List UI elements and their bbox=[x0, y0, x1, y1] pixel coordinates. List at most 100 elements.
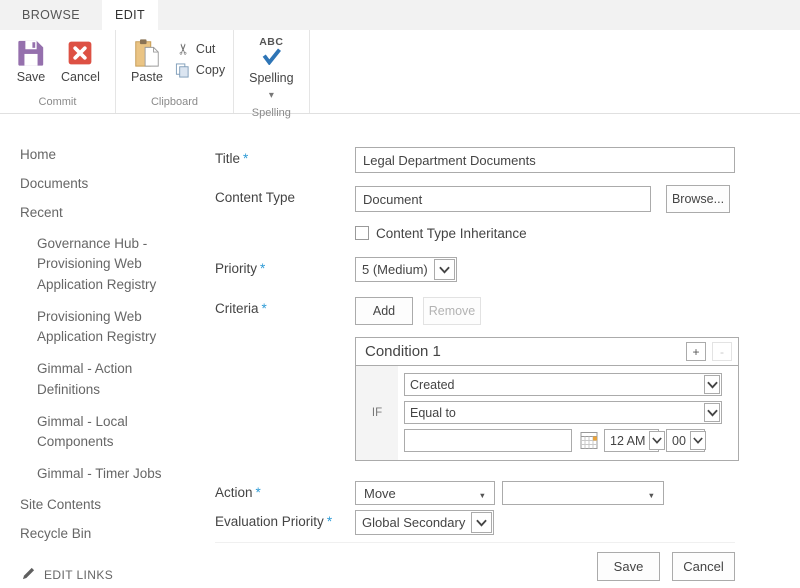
dropdown-arrow-icon bbox=[479, 486, 486, 501]
ribbon-group-clipboard: Paste Cut bbox=[116, 30, 234, 113]
spelling-dropdown-arrow-icon[interactable] bbox=[269, 85, 274, 103]
sidebar-item-gimmal-local-components[interactable]: Gimmal - Local Components bbox=[37, 412, 162, 453]
evaluation-priority-select[interactable]: Global Secondary bbox=[355, 510, 494, 535]
save-label: Save bbox=[17, 71, 46, 85]
browse-button[interactable]: Browse... bbox=[666, 185, 730, 213]
sidebar-item-recent[interactable]: Recent bbox=[20, 205, 215, 220]
content-type-inheritance-checkbox[interactable] bbox=[355, 226, 369, 240]
evaluation-priority-value: Global Secondary bbox=[356, 511, 470, 534]
condition-add-button[interactable]: + bbox=[686, 342, 706, 361]
condition-date-input[interactable] bbox=[404, 429, 572, 452]
content-type-inheritance-label: Content Type Inheritance bbox=[376, 226, 527, 241]
title-input[interactable] bbox=[355, 147, 735, 173]
condition-hour-select[interactable]: 12 AM bbox=[604, 429, 659, 452]
content-type-label: Content Type bbox=[215, 186, 355, 205]
spelling-check-icon bbox=[258, 48, 284, 70]
paste-label: Paste bbox=[131, 71, 163, 85]
pencil-icon bbox=[22, 567, 35, 583]
condition-remove-button[interactable]: - bbox=[712, 342, 732, 361]
spelling-abc-icon: ABC bbox=[259, 37, 283, 48]
sidebar-item-home[interactable]: Home bbox=[20, 147, 215, 162]
form-save-button[interactable]: Save bbox=[597, 552, 660, 581]
dropdown-arrow-icon bbox=[648, 486, 655, 501]
required-asterisk: * bbox=[243, 151, 248, 166]
title-label: Title* bbox=[215, 147, 355, 166]
content-type-input[interactable] bbox=[355, 186, 651, 212]
condition-minute-value: 00 bbox=[667, 430, 689, 451]
paste-clipboard-icon bbox=[131, 37, 163, 69]
ribbon-group-spelling: ABC Spelling Spelling bbox=[234, 30, 309, 113]
condition-operator-select[interactable]: Equal to bbox=[404, 401, 722, 424]
priority-select[interactable]: 5 (Medium) bbox=[355, 257, 457, 282]
required-asterisk: * bbox=[260, 261, 265, 276]
chevron-down-icon bbox=[471, 512, 492, 533]
sidebar-item-site-contents[interactable]: Site Contents bbox=[20, 497, 215, 512]
action-select[interactable]: Move bbox=[355, 481, 495, 505]
sidebar-item-governance-hub-provisioning[interactable]: Governance Hub - Provisioning Web Applic… bbox=[37, 234, 162, 295]
criteria-add-button[interactable]: Add bbox=[355, 297, 413, 325]
calendar-icon[interactable] bbox=[580, 432, 598, 450]
sidebar-item-documents[interactable]: Documents bbox=[20, 176, 215, 191]
edit-links-label: EDIT LINKS bbox=[44, 568, 113, 582]
required-asterisk: * bbox=[262, 301, 267, 316]
ribbon-body: Save Cancel Commit bbox=[0, 30, 800, 114]
ribbon-cut-button[interactable]: Cut bbox=[175, 41, 225, 57]
tab-browse[interactable]: BROWSE bbox=[20, 0, 82, 30]
edit-links-button[interactable]: EDIT LINKS bbox=[22, 567, 215, 583]
action-row: Action* Move bbox=[215, 481, 800, 505]
condition-minute-select[interactable]: 00 bbox=[666, 429, 705, 452]
condition-box: Condition 1 + - IF Created bbox=[355, 337, 739, 461]
cancel-x-icon bbox=[64, 37, 96, 69]
ribbon-cancel-button[interactable]: Cancel bbox=[54, 35, 107, 87]
priority-row: Priority* 5 (Medium) bbox=[215, 257, 800, 282]
sidebar-item-gimmal-timer-jobs[interactable]: Gimmal - Timer Jobs bbox=[37, 464, 162, 484]
required-asterisk: * bbox=[327, 514, 332, 529]
content-type-row: Content Type Browse... bbox=[215, 186, 800, 213]
group-label-commit: Commit bbox=[0, 94, 115, 113]
ribbon: BROWSE EDIT Save bbox=[0, 0, 800, 114]
ribbon-paste-button[interactable]: Paste bbox=[124, 35, 170, 87]
copy-pages-icon bbox=[175, 62, 191, 78]
required-asterisk: * bbox=[256, 485, 261, 500]
ribbon-spelling-button[interactable]: ABC Spelling bbox=[242, 35, 300, 105]
sidebar-item-recycle-bin[interactable]: Recycle Bin bbox=[20, 526, 215, 541]
condition-field-select[interactable]: Created bbox=[404, 373, 722, 396]
condition-hour-value: 12 AM bbox=[605, 430, 648, 451]
action-target-select[interactable] bbox=[502, 481, 664, 505]
criteria-label: Criteria* bbox=[215, 297, 355, 316]
spelling-label: Spelling bbox=[249, 72, 293, 86]
sidebar-item-provisioning-registry[interactable]: Provisioning Web Application Registry bbox=[37, 307, 162, 348]
chevron-down-icon bbox=[704, 403, 720, 422]
cancel-label: Cancel bbox=[61, 71, 100, 85]
condition-field-value: Created bbox=[405, 374, 703, 395]
group-label-clipboard: Clipboard bbox=[116, 94, 233, 113]
tab-edit[interactable]: EDIT bbox=[102, 0, 158, 30]
save-floppy-icon bbox=[15, 37, 47, 69]
form-footer: Save Cancel bbox=[215, 542, 735, 581]
edit-form: Title* Content Type Browse... Content Ty… bbox=[215, 114, 800, 583]
title-row: Title* bbox=[215, 147, 800, 173]
condition-operator-value: Equal to bbox=[405, 402, 703, 423]
priority-select-value: 5 (Medium) bbox=[356, 258, 433, 281]
condition-row: Condition 1 + - IF Created bbox=[215, 337, 800, 461]
chevron-down-icon bbox=[434, 259, 455, 280]
priority-label: Priority* bbox=[215, 257, 355, 276]
criteria-remove-button[interactable]: Remove bbox=[423, 297, 481, 325]
chevron-down-icon bbox=[649, 431, 665, 450]
ribbon-tab-row: BROWSE EDIT bbox=[0, 0, 800, 30]
if-label: IF bbox=[356, 366, 398, 460]
action-select-value: Move bbox=[364, 486, 396, 501]
criteria-row: Criteria* Add Remove bbox=[215, 297, 800, 325]
condition-body: IF Created Equal to bbox=[356, 366, 738, 460]
sidebar-item-gimmal-action-definitions[interactable]: Gimmal - Action Definitions bbox=[37, 359, 162, 400]
form-cancel-button[interactable]: Cancel bbox=[672, 552, 735, 581]
ribbon-group-commit: Save Cancel Commit bbox=[0, 30, 116, 113]
action-label: Action* bbox=[215, 481, 355, 500]
ribbon-copy-button[interactable]: Copy bbox=[175, 62, 225, 78]
page: BROWSE EDIT Save bbox=[0, 0, 800, 588]
evaluation-priority-row: Evaluation Priority* Global Secondary bbox=[215, 510, 800, 535]
ribbon-save-button[interactable]: Save bbox=[8, 35, 54, 87]
chevron-down-icon bbox=[704, 375, 720, 394]
cut-scissors-icon bbox=[175, 41, 191, 57]
condition-header: Condition 1 + - bbox=[356, 338, 738, 366]
